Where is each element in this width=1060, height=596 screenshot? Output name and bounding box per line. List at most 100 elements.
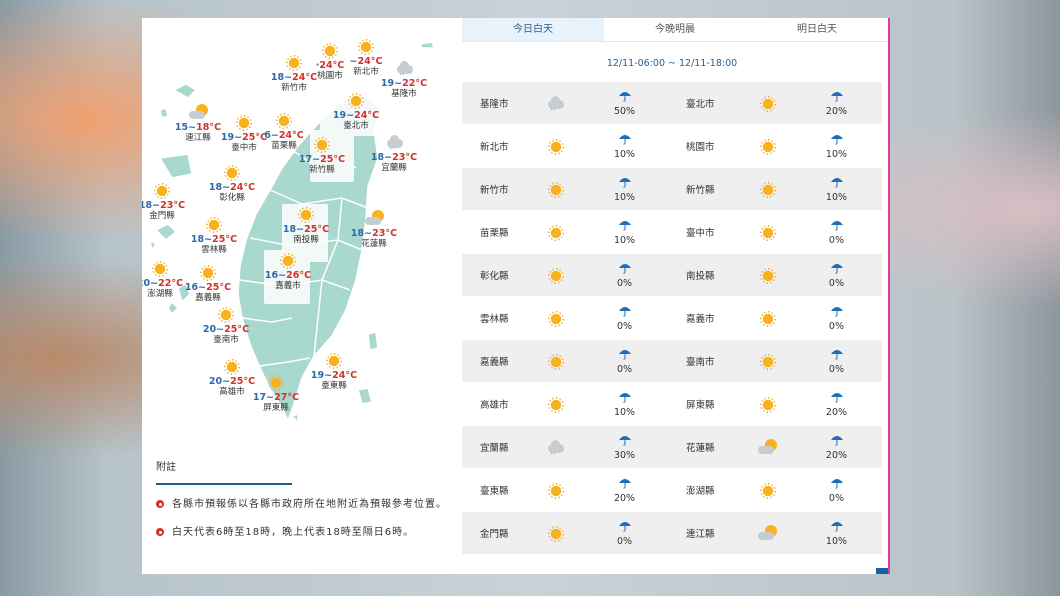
- umbrella-icon: [830, 264, 843, 274]
- weather-cell: [524, 125, 579, 167]
- sun-icon: [546, 138, 566, 156]
- forecast-table: 基隆市 '' 50% 臺北市 20% 新北市 10% 桃園市 10% 新竹市 10% 新竹縣 10% 苗栗…: [462, 82, 882, 555]
- rain-probability: 0%: [828, 278, 844, 289]
- umbrella-icon: [618, 92, 631, 102]
- window-edge: [888, 18, 890, 574]
- rain-probability: 0%: [828, 493, 844, 504]
- umbrella-icon: [618, 178, 631, 188]
- sun-icon: [217, 306, 235, 324]
- rain-cloud-icon: '': [546, 439, 566, 459]
- rain-prob-cell: 10%: [579, 125, 670, 167]
- county-name: 宜蘭縣: [480, 443, 509, 454]
- sun-icon: [223, 358, 241, 376]
- sun-icon: [275, 112, 293, 130]
- forecast-period: 12/11-06:00 ~ 12/11-18:00: [606, 58, 738, 69]
- umbrella-icon: [830, 221, 843, 231]
- sun-icon: [279, 252, 297, 270]
- county-name: 新北市: [480, 142, 509, 153]
- sun-icon: [151, 260, 169, 278]
- weather-cell: [524, 383, 579, 425]
- county-name: 彰化縣: [480, 271, 509, 282]
- sun-icon: [546, 396, 566, 414]
- rain-probability: 20%: [613, 493, 636, 504]
- notes-title: 附註: [156, 462, 176, 473]
- rain-probability: 10%: [613, 192, 636, 203]
- map-city-pingtung[interactable]: 17~27°C 屏東縣: [244, 374, 308, 414]
- weather-cell: [524, 168, 579, 210]
- rain-cloud-icon: '': [546, 95, 566, 115]
- sun-icon: [153, 182, 171, 200]
- umbrella-icon: [618, 307, 631, 317]
- weather-panel: 18~24°C 新竹市 ·24°C 桃園市 ~24°C 新北市 '' 19~22…: [142, 18, 888, 574]
- rain-probability: 0%: [828, 235, 844, 246]
- table-row: 新北市 10% 桃園市 10%: [462, 125, 882, 167]
- rain-probability: 0%: [616, 278, 633, 289]
- rain-prob-cell: 0%: [791, 340, 882, 382]
- umbrella-icon: [830, 178, 843, 188]
- map-city-nantou[interactable]: 18~25°C 南投縣: [274, 206, 338, 246]
- weather-cell: [736, 512, 791, 554]
- rain-probability: 30%: [613, 450, 636, 461]
- map-city-taitung[interactable]: 19~24°C 臺東縣: [302, 352, 366, 392]
- map-city-tainan[interactable]: 20~25°C 臺南市: [194, 306, 258, 346]
- county-name: 嘉義市: [686, 314, 715, 325]
- table-row: 基隆市 '' 50% 臺北市 20%: [462, 82, 882, 124]
- county-name: 嘉義縣: [480, 357, 509, 368]
- sun-icon: [758, 482, 778, 500]
- rain-prob-cell: 0%: [791, 254, 882, 296]
- weather-cell: [524, 254, 579, 296]
- rain-prob-cell: 0%: [579, 340, 670, 382]
- map-city-taipei[interactable]: 19~24°C 臺北市: [324, 92, 388, 132]
- map-city-yunlin[interactable]: 18~25°C 雲林縣: [182, 216, 246, 256]
- forecast-tabs: 今日白天 今晚明晨 明日白天: [462, 18, 888, 42]
- umbrella-icon: [618, 393, 631, 403]
- table-row: 臺東縣 20% 澎湖縣 0%: [462, 469, 882, 511]
- sun-icon: [357, 38, 375, 56]
- rain-probability: 0%: [616, 364, 633, 375]
- rain-probability: 20%: [825, 106, 848, 117]
- tab-tonight[interactable]: 今晚明晨: [604, 18, 746, 42]
- rain-prob-cell: 10%: [791, 125, 882, 167]
- table-row: 雲林縣 0% 嘉義市 0%: [462, 297, 882, 339]
- tab-tomorrow-daytime[interactable]: 明日白天: [746, 18, 888, 42]
- map-city-chiayi-city[interactable]: 16~26°C 嘉義市: [256, 252, 320, 292]
- county-name: 花蓮縣: [686, 443, 715, 454]
- map-city-changhua[interactable]: 18~24°C 彰化縣: [200, 164, 264, 204]
- partly-cloudy-icon: [189, 104, 208, 122]
- rain-probability: 0%: [828, 364, 844, 375]
- umbrella-icon: [830, 479, 843, 489]
- sun-icon: [758, 224, 778, 242]
- sun-icon: [546, 525, 566, 543]
- sun-icon: [546, 482, 566, 500]
- rain-probability: 10%: [613, 407, 636, 418]
- weather-cell: [736, 426, 791, 468]
- scroll-handle[interactable]: [876, 568, 888, 574]
- taiwan-map: 18~24°C 新竹市 ·24°C 桃園市 ~24°C 新北市 '' 19~22…: [142, 18, 462, 458]
- sun-icon: [758, 396, 778, 414]
- weather-cell: [524, 297, 579, 339]
- map-city-hsinchu-county[interactable]: 17~25°C 新竹縣: [290, 136, 354, 176]
- weather-cell: '': [524, 426, 579, 468]
- map-city-hualien[interactable]: 18~23°C 花蓮縣: [342, 210, 406, 250]
- rain-prob-cell: 20%: [791, 426, 882, 468]
- sun-icon: [267, 374, 285, 392]
- table-row: 金門縣 0% 連江縣 10%: [462, 512, 882, 554]
- map-city-chiayi-county[interactable]: 16~25°C 嘉義縣: [176, 264, 240, 304]
- umbrella-icon: [830, 393, 843, 403]
- rain-prob-cell: 10%: [579, 211, 670, 253]
- partly-cloudy-icon: [365, 210, 384, 228]
- tab-today-daytime[interactable]: 今日白天: [462, 18, 604, 42]
- rain-prob-cell: 10%: [579, 383, 670, 425]
- table-row: 宜蘭縣 '' 30% 花蓮縣 20%: [462, 426, 882, 468]
- umbrella-icon: [618, 350, 631, 360]
- rain-prob-cell: 0%: [791, 211, 882, 253]
- weather-cell: '': [524, 82, 579, 124]
- weather-cell: [736, 469, 791, 511]
- county-name: 金門縣: [480, 529, 509, 540]
- rain-prob-cell: 10%: [579, 168, 670, 210]
- partly-cloudy-icon: [757, 525, 778, 543]
- rain-probability: 10%: [825, 192, 848, 203]
- bullet-icon: [156, 500, 164, 508]
- county-name: 臺北市: [686, 99, 715, 110]
- map-city-yilan[interactable]: '' 18~23°C 宜蘭縣: [362, 134, 426, 174]
